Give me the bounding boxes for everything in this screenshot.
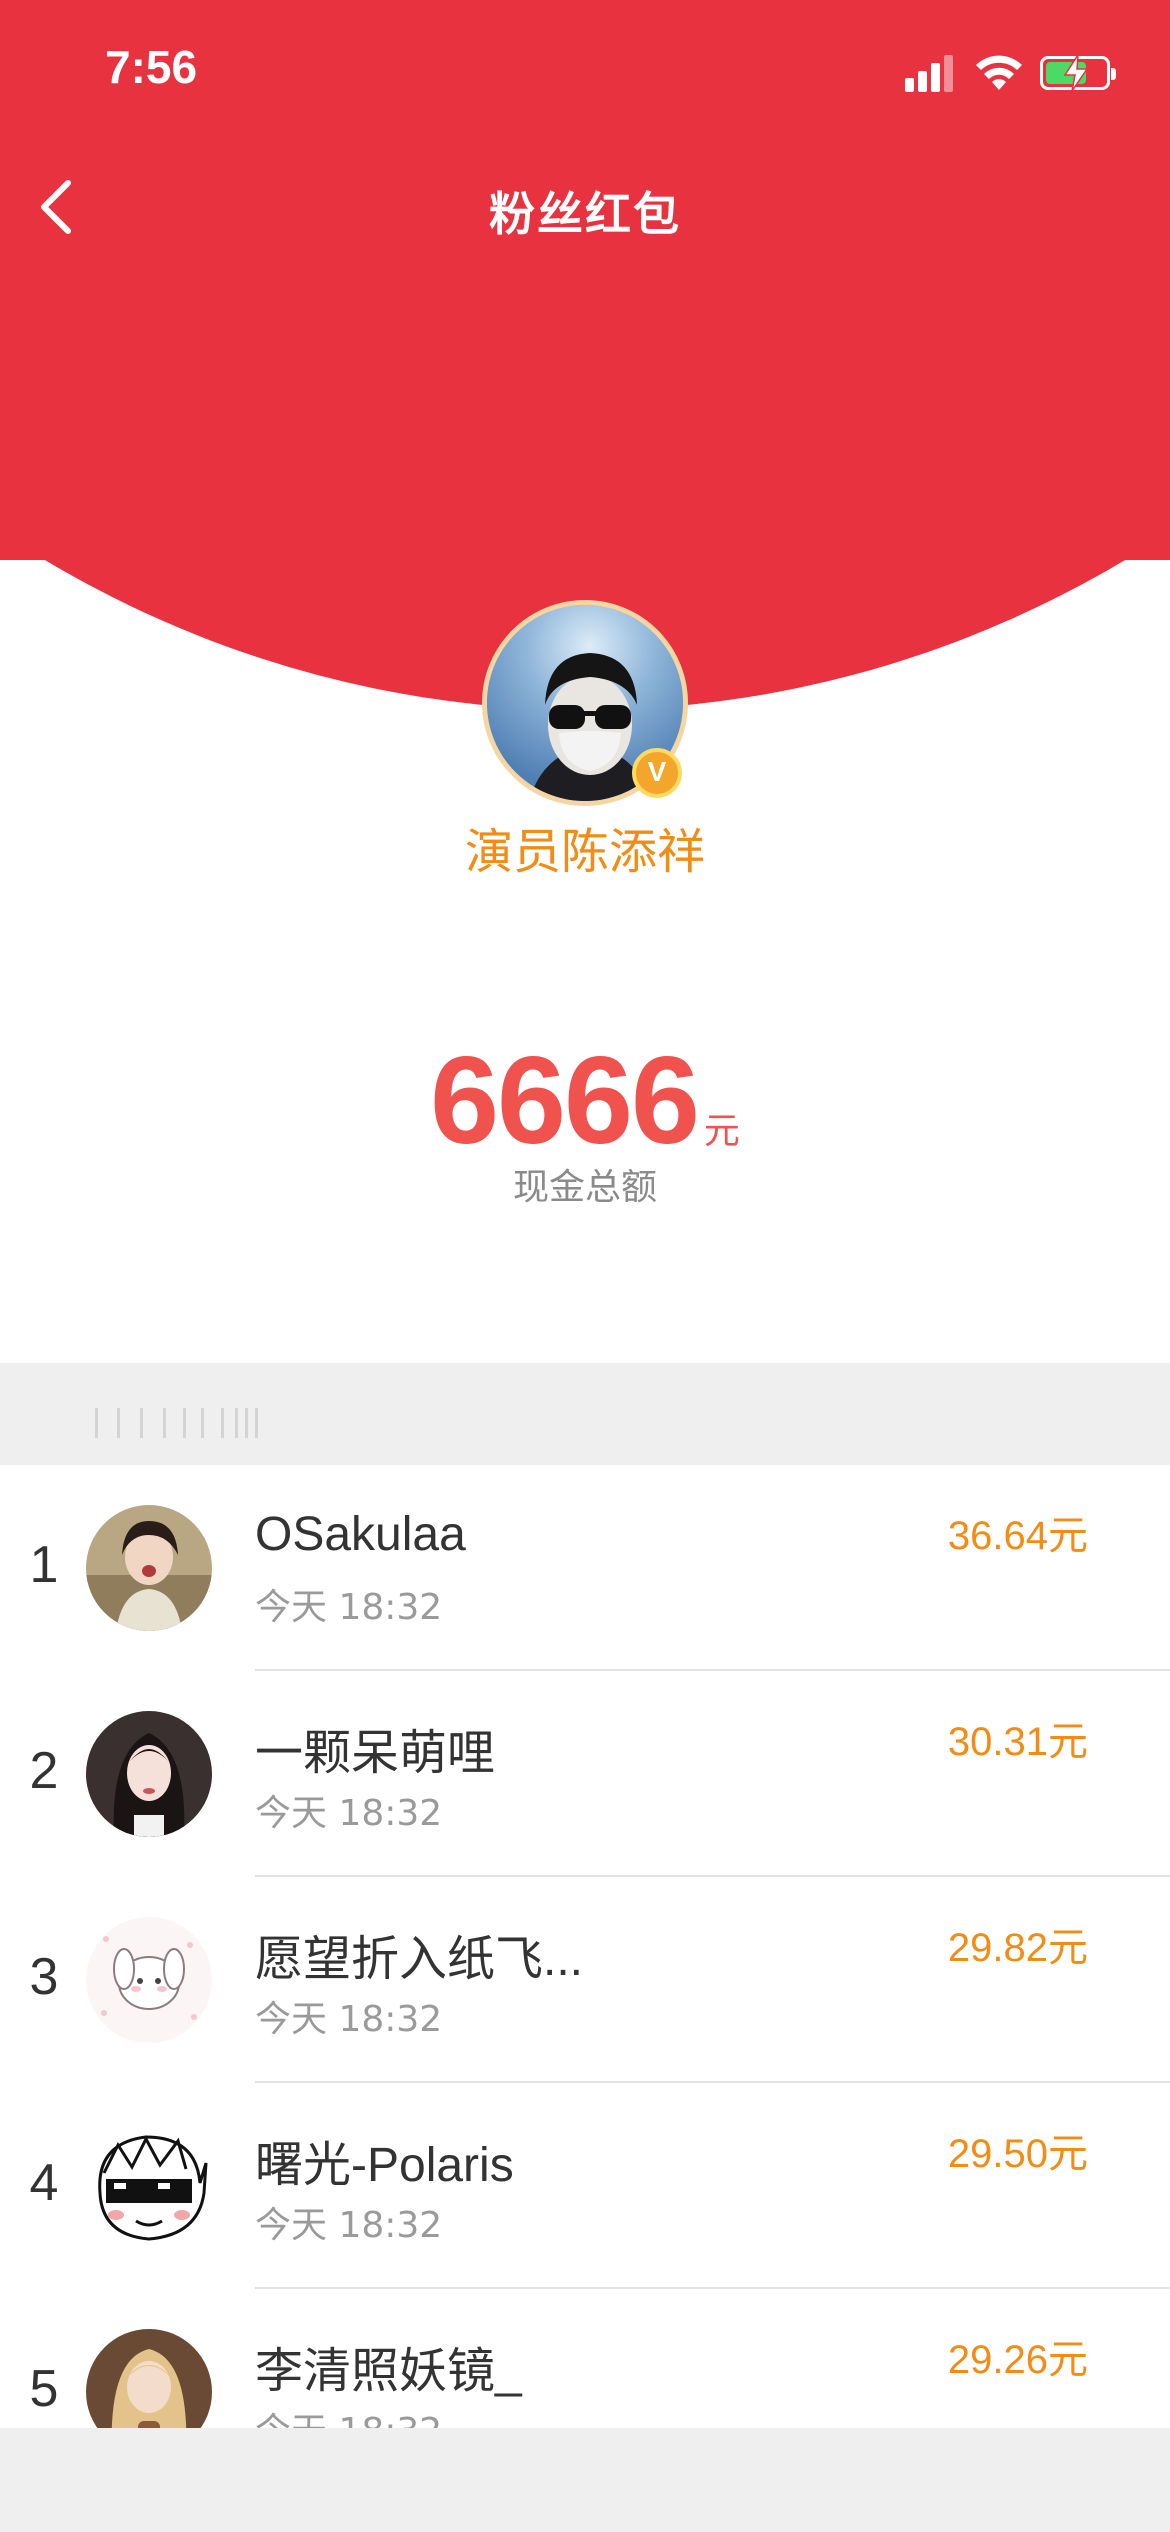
rank-number: 2: [29, 1742, 59, 1800]
recipient-name: 愿望折入纸飞...: [255, 1933, 584, 1986]
rank-number: 5: [29, 2360, 59, 2418]
received-amount: 29.82元: [947, 1926, 1088, 1970]
recipient-list: 1 OSakulaa 今天 18:32 36.64元 2 一颗呆萌哩 今天 18…: [0, 1465, 1170, 2495]
list-item[interactable]: 3 愿望折入纸飞... 今天 18:32 29.82元: [0, 1877, 1170, 2083]
verified-badge-letter: V: [647, 756, 667, 787]
cellular-signal-icon: [905, 52, 955, 92]
recipient-name: OSakulaa: [255, 1508, 466, 1561]
page-title: 粉丝红包: [489, 187, 681, 241]
battery-icon: [1040, 55, 1116, 91]
avatar[interactable]: [86, 1505, 212, 1631]
avatar[interactable]: [86, 1917, 212, 2043]
wifi-icon: [976, 55, 1022, 90]
received-amount: 29.26元: [947, 2338, 1088, 2382]
receive-time: 今天 18:32: [255, 2205, 443, 2246]
rank-number: 3: [29, 1948, 59, 2006]
list-item[interactable]: 2 一颗呆萌哩 今天 18:32 30.31元: [0, 1671, 1170, 1877]
avatar[interactable]: [86, 2123, 212, 2249]
total-amount: 6666: [430, 1032, 700, 1170]
rank-number: 1: [29, 1536, 59, 1594]
avatar[interactable]: [86, 1711, 212, 1837]
receive-time: 今天 18:32: [255, 1999, 443, 2040]
list-item[interactable]: 4 曙光-Polaris 今天 18:32 29.50元: [0, 2083, 1170, 2289]
rank-number: 4: [29, 2154, 59, 2212]
received-amount: 30.31元: [947, 1720, 1088, 1764]
verified-badge-icon: V: [632, 748, 682, 798]
received-amount: 36.64元: [947, 1514, 1088, 1558]
total-unit: 元: [703, 1111, 740, 1152]
recipient-name: 曙光-Polaris: [255, 2139, 514, 2192]
recipient-name: 一颗呆萌哩: [255, 1727, 496, 1780]
received-amount: 29.50元: [947, 2132, 1088, 2176]
receive-time: 今天 18:32: [255, 1793, 443, 1834]
total-label: 现金总额: [512, 1167, 657, 1208]
blurred-text-placeholder: [95, 1408, 265, 1438]
total-amount-row: 6666 元: [0, 1030, 1170, 1172]
status-time: 7:56: [105, 41, 198, 93]
host-name[interactable]: 演员陈添祥: [0, 812, 1170, 882]
bottom-bar: [0, 2428, 1170, 2532]
receive-time: 今天 18:32: [255, 1587, 443, 1628]
recipient-name: 李清照妖镜_: [255, 2345, 522, 2398]
list-item[interactable]: 1 OSakulaa 今天 18:32 36.64元: [0, 1465, 1170, 1671]
